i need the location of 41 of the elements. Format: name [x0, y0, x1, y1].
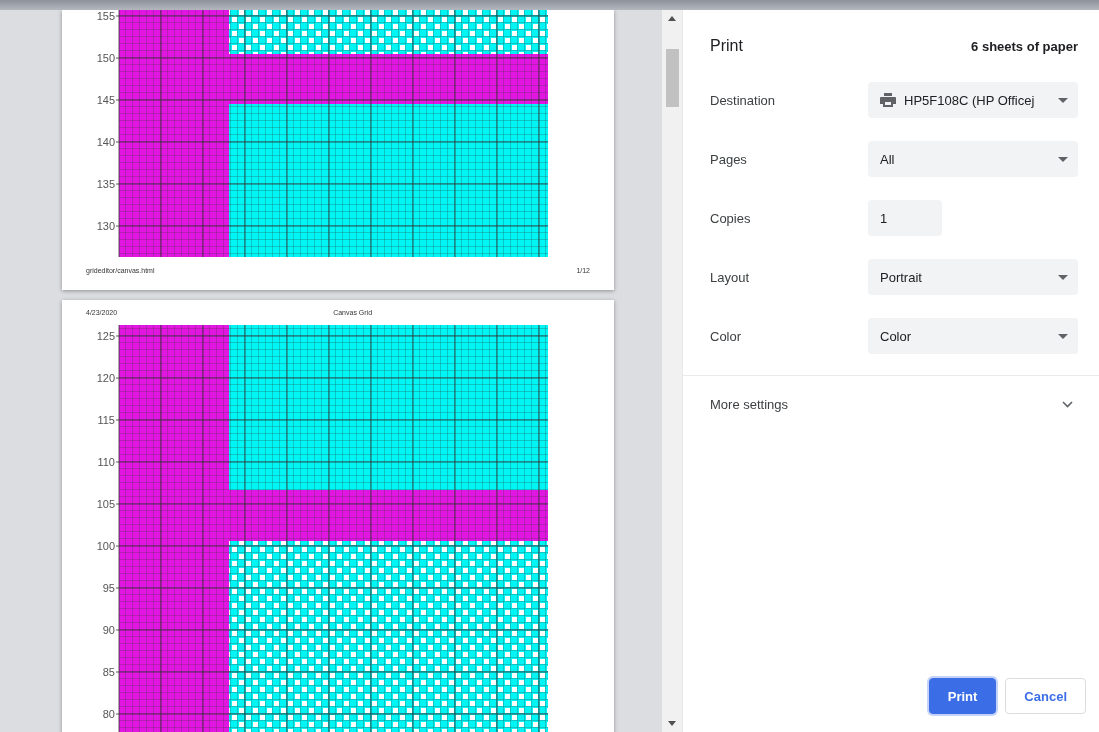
caret-icon — [1058, 333, 1068, 339]
setting-label: Color — [710, 328, 743, 344]
scrollbar[interactable] — [662, 10, 683, 732]
tick-label: 105 — [96, 498, 115, 510]
tick-label: 110 — [97, 456, 115, 468]
scroll-up-icon[interactable] — [668, 16, 676, 21]
dropdown[interactable]: HP5F108C (HP Officej — [868, 82, 1078, 118]
number-field[interactable]: 1 — [868, 200, 942, 236]
dropdown[interactable]: All — [868, 141, 1078, 177]
tick-label: 85 — [102, 666, 115, 678]
caret-icon — [1058, 97, 1068, 103]
tick-label: 125 — [96, 330, 115, 342]
print-button[interactable]: Print — [928, 678, 997, 714]
tick-label: 95 — [102, 582, 115, 594]
more-settings-toggle[interactable]: More settings — [683, 376, 1099, 432]
chevron-icon — [1062, 400, 1073, 408]
setting-label: Copies — [710, 210, 752, 226]
tick-label: 150 — [96, 52, 115, 64]
tick-label: 155 — [96, 10, 115, 22]
tick-label: 135 — [96, 178, 115, 190]
printer-icon — [880, 93, 896, 107]
tick-label: 100 — [96, 540, 115, 552]
tick-label: 90 — [102, 624, 115, 636]
sheet-count: 6 sheets of paper — [971, 38, 1078, 54]
tick-label: 145 — [96, 94, 115, 106]
cancel-button[interactable]: Cancel — [1005, 678, 1086, 714]
dropdown[interactable]: Portrait — [868, 259, 1078, 295]
dropdown[interactable]: Color — [868, 318, 1078, 354]
tick-label: 80 — [102, 708, 115, 720]
tick-label: 115 — [97, 414, 115, 426]
caret-icon — [1058, 156, 1068, 162]
setting-label: Layout — [710, 269, 751, 285]
tick-label: 130 — [96, 220, 115, 232]
setting-label: Destination — [710, 92, 777, 108]
caret-icon — [1058, 274, 1068, 280]
dialog-title: Print — [710, 37, 743, 55]
scroll-thumb[interactable] — [665, 49, 679, 107]
tick-label: 120 — [96, 372, 115, 384]
tick-label: 140 — [96, 136, 115, 148]
setting-label: Pages — [710, 151, 748, 167]
scroll-down-icon[interactable] — [668, 721, 676, 726]
